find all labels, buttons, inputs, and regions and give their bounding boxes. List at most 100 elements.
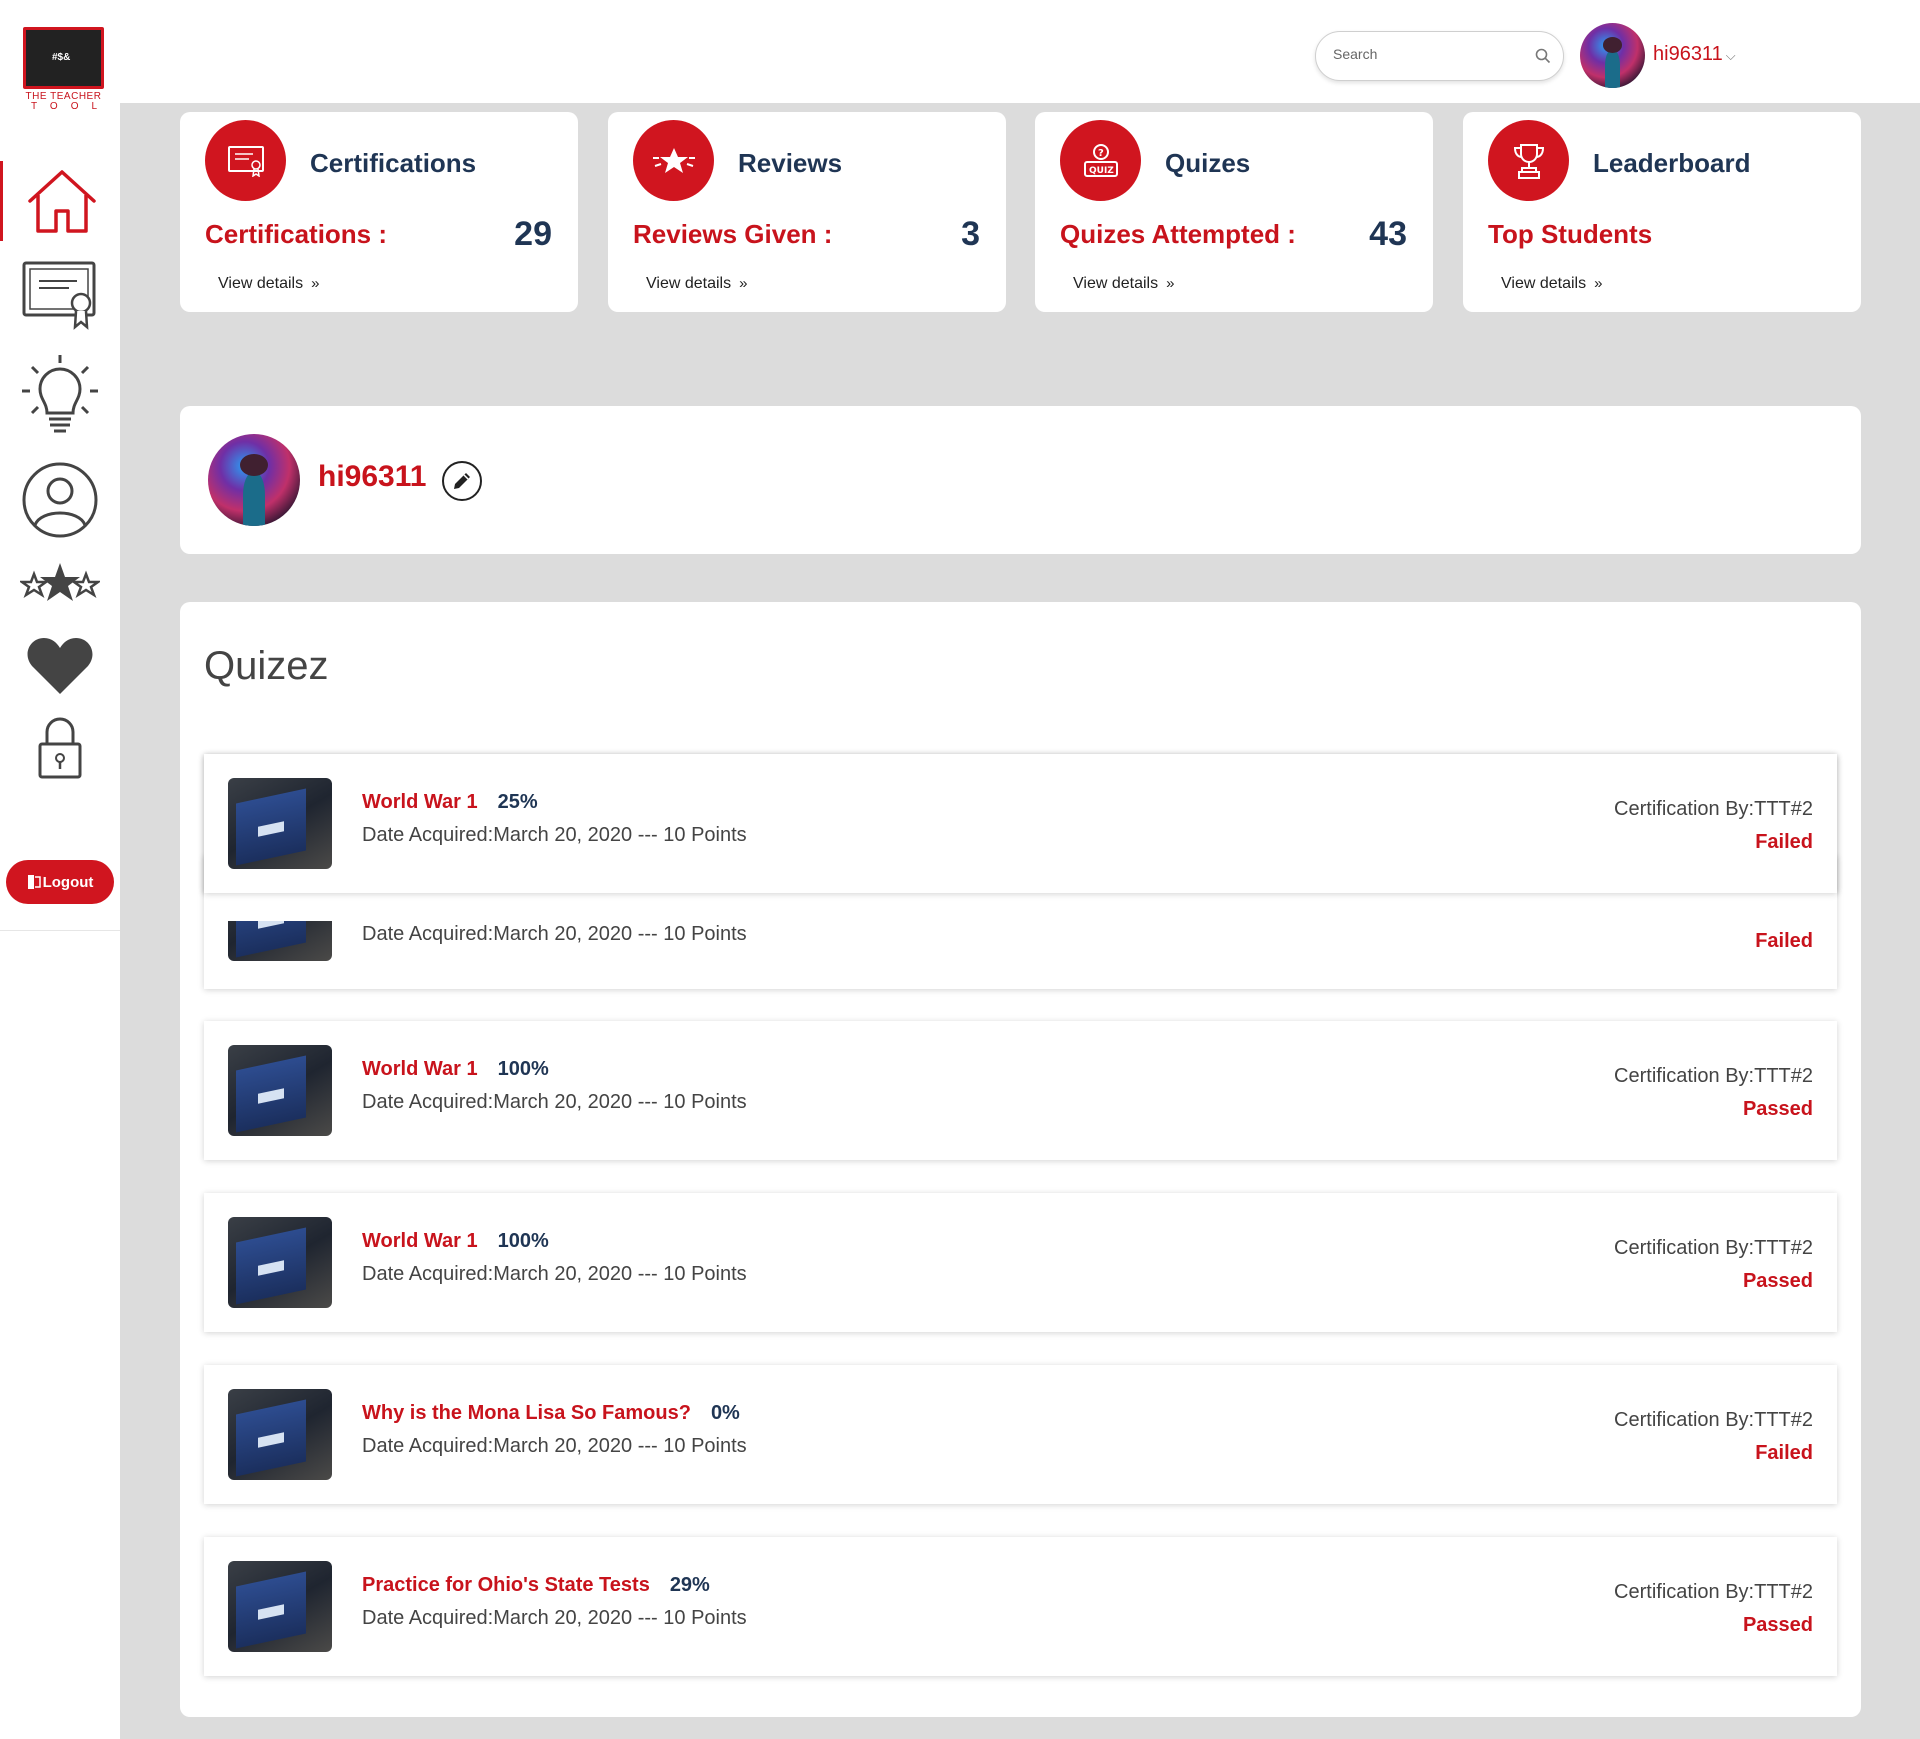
certificate-icon xyxy=(205,120,286,201)
double-chevron-right-icon[interactable]: » xyxy=(1594,275,1602,292)
logout-button[interactable]: Logout xyxy=(6,860,114,904)
view-details-link[interactable]: View details » xyxy=(646,275,747,293)
card-value: 3 xyxy=(961,215,980,253)
thumbnail-screen xyxy=(236,1571,306,1649)
quizzes-heading: Quizez xyxy=(204,644,329,688)
logo-board-text: #$& xyxy=(52,52,71,63)
logo-text-line2: TOOL xyxy=(31,101,111,112)
quiz-thumbnail xyxy=(228,1045,332,1136)
quiz-meta: Date Acquired:March 20, 2020 --- 10 Poin… xyxy=(362,1435,747,1457)
double-chevron-right-icon[interactable]: » xyxy=(311,275,319,292)
quiz-row[interactable]: Practice for Ohio's State Tests 29% Date … xyxy=(204,1537,1837,1676)
quiz-title[interactable]: Practice for Ohio's State Tests xyxy=(362,1574,650,1596)
quiz-meta: Date Acquired:March 20, 2020 --- 10 Poin… xyxy=(362,1091,747,1113)
quiz-title-line[interactable]: World War 1 100% xyxy=(362,1058,549,1081)
lightbulb-icon xyxy=(22,355,98,433)
svg-text:?: ? xyxy=(1098,148,1104,159)
card-value: 29 xyxy=(514,215,552,253)
quiz-thumbnail xyxy=(228,1389,332,1480)
stars-icon xyxy=(20,563,100,601)
card-label: Certifications : xyxy=(205,219,388,249)
quiz-certification: Certification By:TTT#2 xyxy=(1614,1065,1813,1087)
sidebar-item-reviews[interactable] xyxy=(0,548,120,628)
quiz-percent: 0% xyxy=(710,1402,740,1424)
quiz-row[interactable]: Why is the Mona Lisa So Famous? 0% Date A… xyxy=(204,1365,1837,1504)
edit-profile-button[interactable] xyxy=(442,461,482,501)
card-label: Reviews Given : xyxy=(633,219,833,249)
quiz-status: Passed xyxy=(1742,1614,1813,1636)
quiz-status: Failed xyxy=(1755,831,1813,853)
quiz-title[interactable]: World War 1 xyxy=(362,791,478,813)
quiz-title-line[interactable]: World War 1 100% xyxy=(362,1230,549,1253)
quiz-certification: Certification By:TTT#2 xyxy=(1614,798,1813,820)
quiz-row[interactable]: World War 1 100% Date Acquired:March 20, … xyxy=(204,1021,1837,1160)
double-chevron-right-icon[interactable]: » xyxy=(1166,275,1174,292)
quiz-title-line[interactable]: Why is the Mona Lisa So Famous? 0% xyxy=(362,1402,740,1425)
sidebar-item-certificates[interactable] xyxy=(0,255,120,335)
sidebar-item-ideas[interactable] xyxy=(0,355,120,436)
stat-card-reviews: Reviews Reviews Given : 3 View details » xyxy=(608,112,1006,312)
card-title: Quizes xyxy=(1165,148,1251,178)
view-details-label[interactable]: View details xyxy=(646,275,731,292)
quiz-title[interactable]: Why is the Mona Lisa So Famous? xyxy=(362,1402,691,1424)
stat-card-leaderboard: Leaderboard Top Students View details » xyxy=(1463,112,1861,312)
logout-label: Logout xyxy=(42,873,94,891)
quiz-thumbnail xyxy=(228,778,332,869)
quiz-title[interactable]: World War 1 xyxy=(362,1230,478,1252)
pencil-icon xyxy=(454,473,470,489)
thumbnail-screen xyxy=(236,1399,306,1477)
quizzes-panel: Quizez World War 1 25% Date Acquired:Marc… xyxy=(180,602,1861,1717)
quiz-certification: Certification By:TTT#2 xyxy=(1614,1409,1813,1431)
quiz-certification: Certification By:TTT#2 xyxy=(1614,1581,1813,1603)
card-title: Reviews xyxy=(738,148,843,178)
user-menu-name[interactable]: hi96311 xyxy=(1653,43,1723,65)
quiz-title-line[interactable]: World War 1 25% xyxy=(362,791,538,814)
search-box[interactable] xyxy=(1315,31,1564,81)
quiz-percent: 100% xyxy=(497,1230,549,1252)
quiz-icon: ? QUIZ xyxy=(1060,120,1141,201)
certificate-icon xyxy=(22,261,96,330)
card-value: 43 xyxy=(1369,215,1407,253)
card-label: Top Students xyxy=(1488,219,1653,249)
quiz-thumbnail xyxy=(228,1217,332,1308)
profile-avatar xyxy=(208,434,300,526)
user-avatar[interactable] xyxy=(1580,23,1645,88)
profile-username: hi96311 xyxy=(318,460,427,493)
brand-logo[interactable]: #$& THE TEACHER TOOL xyxy=(23,27,104,117)
sidebar-item-home[interactable] xyxy=(0,161,120,241)
stat-card-quizes: ? QUIZ Quizes Quizes Attempted : 43 View … xyxy=(1035,112,1433,312)
search-input[interactable] xyxy=(1333,46,1523,62)
view-details-label[interactable]: View details xyxy=(1501,275,1586,292)
sidebar-item-favorites[interactable] xyxy=(0,626,120,706)
quiz-meta: Date Acquired:March 20, 2020 --- 10 Poin… xyxy=(362,824,747,846)
card-title: Certifications xyxy=(310,148,477,178)
search-icon[interactable] xyxy=(1534,47,1552,70)
card-title: Leaderboard xyxy=(1593,148,1751,178)
quiz-status: Failed xyxy=(1755,1442,1813,1464)
stat-card-certifications: Certifications Certifications : 29 View … xyxy=(180,112,578,312)
quiz-meta: Date Acquired:March 20, 2020 --- 10 Poin… xyxy=(362,1263,747,1285)
star-badge-icon xyxy=(633,120,714,201)
trophy-icon xyxy=(1488,120,1569,201)
view-details-link[interactable]: View details » xyxy=(218,275,319,293)
sidebar-item-profile[interactable] xyxy=(0,460,120,540)
thumbnail-screen xyxy=(236,1227,306,1305)
quiz-title-line[interactable]: Practice for Ohio's State Tests 29% xyxy=(362,1574,710,1597)
user-profile-icon xyxy=(22,462,98,538)
heart-icon xyxy=(27,638,93,694)
view-details-link[interactable]: View details » xyxy=(1073,275,1174,293)
quiz-title[interactable]: World War 1 xyxy=(362,1058,478,1080)
sidebar-item-security[interactable] xyxy=(0,708,120,788)
view-details-link[interactable]: View details » xyxy=(1501,275,1602,293)
user-menu[interactable]: hi96311 ⌵ xyxy=(1653,43,1736,66)
quiz-status: Failed xyxy=(1755,930,1813,952)
quiz-status: Passed xyxy=(1742,1098,1813,1120)
quiz-percent: 100% xyxy=(497,1058,549,1080)
view-details-label[interactable]: View details xyxy=(218,275,303,292)
double-chevron-right-icon[interactable]: » xyxy=(739,275,747,292)
chevron-down-icon[interactable]: ⌵ xyxy=(1726,48,1736,63)
quiz-percent: 25% xyxy=(497,791,538,813)
quiz-row-top[interactable]: World War 1 25% Date Acquired:March 20, 2… xyxy=(204,754,1837,893)
view-details-label[interactable]: View details xyxy=(1073,275,1158,292)
quiz-row[interactable]: World War 1 100% Date Acquired:March 20, … xyxy=(204,1193,1837,1332)
